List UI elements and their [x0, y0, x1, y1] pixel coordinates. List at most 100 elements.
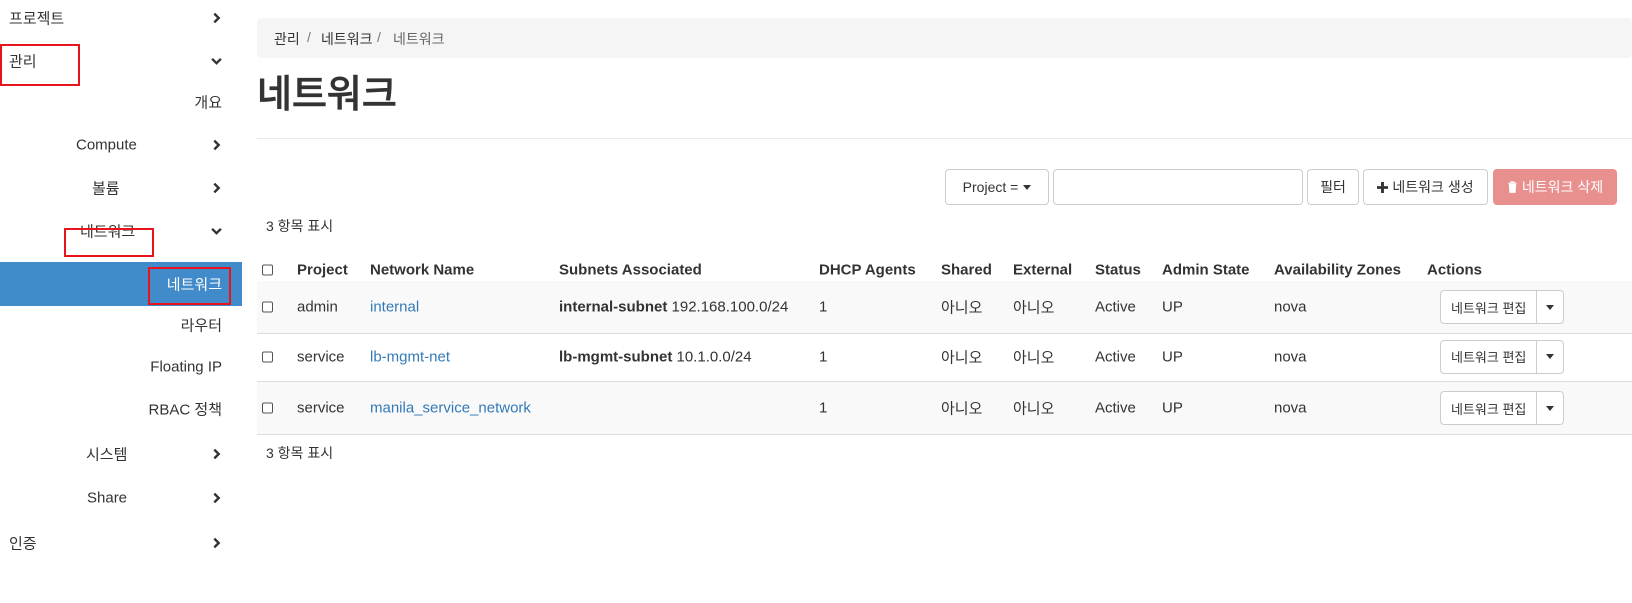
sidebar: 프로젝트 관리 개요 Compute 볼륨 네트워크 네트워크 라우터 Floa… — [0, 0, 242, 603]
subnet-cidr: 192.168.100.0/24 — [671, 298, 789, 316]
cell-shared: 아니오 — [941, 299, 983, 317]
row-actions: 네트워크 편집 — [1440, 391, 1565, 425]
cell-shared: 아니오 — [941, 400, 983, 418]
cell-availability-zone: nova — [1274, 348, 1307, 365]
cell-subnets: lb-mgmt-subnet 10.1.0.0/24 — [559, 348, 752, 365]
col-header-project[interactable]: Project — [297, 262, 348, 279]
col-header-status[interactable]: Status — [1095, 262, 1141, 279]
row-actions-dropdown-toggle[interactable] — [1537, 290, 1565, 324]
item-count-bottom: 3 항목 표시 — [266, 445, 334, 461]
table-row: admin internal internal-subnet 192.168.1… — [257, 281, 1632, 334]
sidebar-item-label: 시스템 — [86, 446, 128, 464]
chevron-right-icon — [213, 537, 221, 549]
subnet-name: internal-subnet — [559, 298, 668, 316]
row-actions-dropdown-toggle[interactable] — [1537, 391, 1565, 425]
row-actions-dropdown-toggle[interactable] — [1537, 339, 1565, 374]
breadcrumb-current: 네트워크 — [393, 31, 445, 47]
subnet-cidr: 10.1.0.0/24 — [676, 348, 752, 365]
sidebar-item-identity[interactable]: 인증 — [0, 522, 242, 564]
cell-status: Active — [1095, 348, 1136, 365]
edit-network-button[interactable]: 네트워크 편집 — [1440, 391, 1538, 425]
breadcrumb-separator: / — [377, 29, 381, 45]
subnet-name: lb-mgmt-subnet — [559, 348, 673, 365]
col-header-shared[interactable]: Shared — [941, 262, 992, 279]
row-checkbox[interactable] — [262, 301, 273, 313]
title-divider — [257, 138, 1632, 139]
sidebar-item-label: 관리 — [9, 53, 37, 71]
col-header-external[interactable]: External — [1013, 262, 1072, 279]
col-header-subnets[interactable]: Subnets Associated — [559, 262, 702, 279]
edit-network-button[interactable]: 네트워크 편집 — [1440, 290, 1538, 324]
caret-down-icon — [1546, 354, 1555, 359]
cell-admin-state: UP — [1162, 348, 1183, 365]
sidebar-item-networks[interactable]: 네트워크 — [0, 262, 242, 306]
cell-dhcp-agents: 1 — [819, 399, 828, 417]
sidebar-item-label: 네트워크 — [80, 223, 136, 241]
delete-network-button[interactable]: 네트워크 삭제 — [1493, 169, 1617, 205]
col-header-availability-zones[interactable]: Availability Zones — [1274, 262, 1401, 279]
cell-availability-zone: nova — [1274, 298, 1307, 316]
filter-button[interactable]: 필터 — [1307, 169, 1359, 205]
chevron-right-icon — [213, 448, 221, 460]
col-header-dhcp-agents[interactable]: DHCP Agents — [819, 262, 916, 279]
network-name-link[interactable]: lb-mgmt-net — [370, 348, 450, 365]
create-network-button[interactable]: 네트워크 생성 — [1363, 169, 1488, 205]
filter-dropdown-label: Project = — [962, 179, 1019, 195]
page-title: 네트워크 — [257, 74, 397, 116]
breadcrumb-item-network[interactable]: 네트워크 — [321, 29, 373, 49]
main-content: 관리 / 네트워크 / 네트워크 네트워크 Project = 필터 네트워크 … — [257, 0, 1632, 603]
row-actions: 네트워크 편집 — [1440, 339, 1565, 374]
col-header-network-name[interactable]: Network Name — [370, 262, 474, 279]
delete-network-label: 네트워크 삭제 — [1521, 179, 1604, 195]
checkbox-box — [262, 301, 273, 313]
sidebar-item-share[interactable]: Share — [0, 477, 242, 519]
select-all-checkbox[interactable] — [262, 264, 273, 276]
item-count-top: 3 항목 표시 — [266, 218, 334, 234]
row-actions: 네트워크 편집 — [1440, 290, 1565, 324]
cell-dhcp-agents: 1 — [819, 298, 828, 316]
cell-external: 아니오 — [1013, 299, 1055, 317]
network-name-link[interactable]: internal — [370, 299, 419, 316]
sidebar-item-label: 라우터 — [180, 317, 222, 335]
sidebar-item-project[interactable]: 프로젝트 — [0, 0, 242, 39]
cell-subnets: internal-subnet 192.168.100.0/24 — [559, 299, 788, 316]
sidebar-item-label: 프로젝트 — [9, 10, 65, 28]
chevron-right-icon — [213, 139, 221, 151]
sidebar-item-rbac[interactable]: RBAC 정책 — [0, 388, 242, 430]
sidebar-item-floating-ip[interactable]: Floating IP — [0, 346, 242, 388]
checkbox-box — [262, 351, 273, 362]
row-checkbox[interactable] — [262, 402, 273, 414]
sidebar-item-router[interactable]: 라우터 — [0, 304, 242, 346]
breadcrumb-item-admin[interactable]: 관리 — [274, 29, 300, 49]
cell-admin-state: UP — [1162, 298, 1183, 316]
edit-network-button[interactable]: 네트워크 편집 — [1440, 339, 1538, 374]
sidebar-item-label: 볼륨 — [92, 180, 120, 198]
sidebar-item-label: 네트워크 — [166, 276, 222, 294]
plus-icon — [1377, 181, 1389, 193]
chevron-right-icon — [213, 12, 221, 24]
sidebar-item-overview[interactable]: 개요 — [0, 81, 242, 123]
table-row: service manila_service_network 1 아니오 아니오… — [257, 382, 1632, 435]
chevron-down-icon — [211, 227, 222, 235]
caret-down-icon — [1546, 405, 1555, 411]
chevron-right-icon — [213, 182, 221, 194]
filter-search-input[interactable] — [1053, 169, 1303, 205]
sidebar-item-admin[interactable]: 관리 — [0, 40, 242, 82]
caret-down-icon — [1546, 304, 1555, 310]
cell-external: 아니오 — [1013, 400, 1055, 418]
col-header-actions: Actions — [1427, 261, 1483, 279]
sidebar-item-label: Compute — [76, 136, 137, 154]
sidebar-item-network-group[interactable]: 네트워크 — [0, 210, 242, 252]
col-header-admin-state[interactable]: Admin State — [1162, 262, 1250, 279]
sidebar-item-volume[interactable]: 볼륨 — [0, 167, 242, 209]
sidebar-item-system[interactable]: 시스템 — [0, 433, 242, 475]
cell-admin-state: UP — [1162, 399, 1183, 417]
project-filter-dropdown[interactable]: Project = — [945, 169, 1049, 205]
sidebar-item-compute[interactable]: Compute — [0, 124, 242, 166]
row-checkbox[interactable] — [262, 351, 273, 362]
network-name-link[interactable]: manila_service_network — [370, 400, 531, 417]
cell-project: admin — [297, 298, 338, 316]
cell-dhcp-agents: 1 — [819, 348, 828, 365]
checkbox-box — [262, 402, 273, 414]
sidebar-item-label: 개요 — [194, 94, 222, 112]
